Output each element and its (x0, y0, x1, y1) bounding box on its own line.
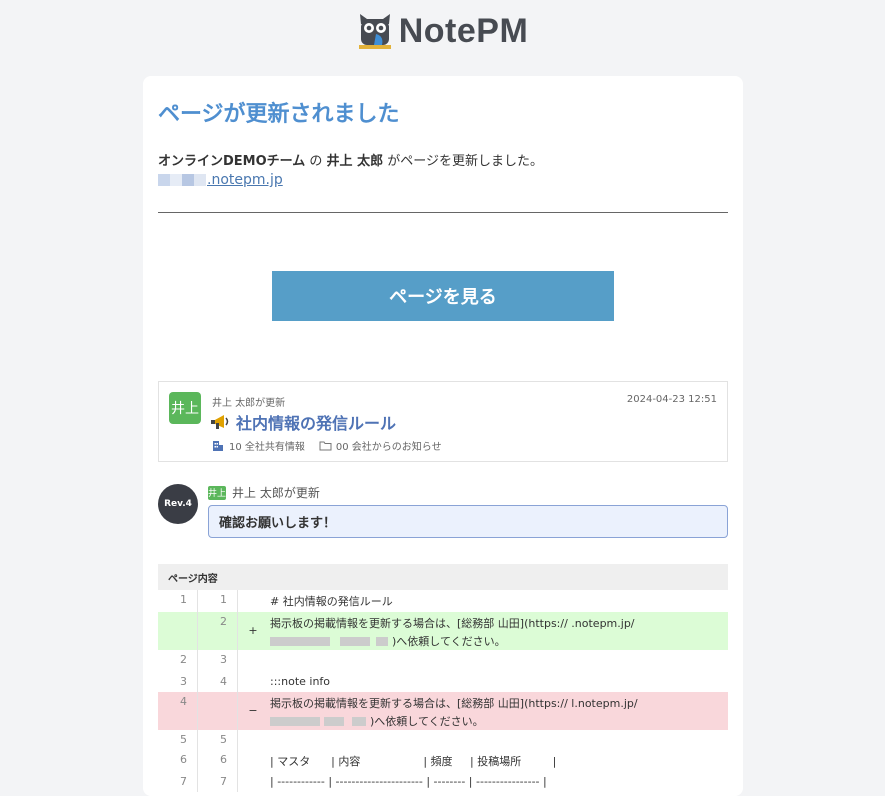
page-summary-card[interactable]: 井上 井上 太郎が更新 2024-04-23 12:51 社内情報の発信ルール (158, 381, 728, 462)
building-icon (213, 440, 223, 451)
diff-row-added: 2 + 掲示板の掲載情報を更新する場合は、[総務部 山田](https:// .… (158, 612, 728, 650)
diff-row: 7 7 | ------------ | -------------------… (158, 772, 728, 792)
redacted-text (324, 716, 344, 726)
intro-text: オンラインDEMOチーム の 井上 太郎 がページを更新しました。 (158, 154, 543, 169)
page-link-title: 社内情報の発信ルール (236, 414, 397, 433)
notebook-name[interactable]: 10 全社共有情報 (229, 438, 305, 453)
diff-row: 1 1 # 社内情報の発信ルール (158, 590, 728, 612)
view-page-button[interactable]: ページを見る (272, 271, 614, 321)
redacted-text (270, 636, 330, 646)
page-meta: 10 全社共有情報 00 会社からのお知らせ (212, 438, 442, 453)
revision-header: 井上 井上 太郎が更新 (208, 484, 320, 501)
redacted-text (270, 716, 320, 726)
avatar: 井上 (208, 485, 226, 500)
page-title: ページが更新されました (158, 102, 400, 127)
revision-badge: Rev.4 (158, 484, 198, 524)
diff-table: 1 1 # 社内情報の発信ルール 2 + 掲示板の掲載情報を更新する場合は、[総… (158, 590, 728, 792)
redacted-subdomain (158, 174, 206, 186)
timestamp: 2024-04-23 12:51 (626, 394, 717, 405)
brand-name: NotePM (398, 11, 529, 50)
redacted-text (340, 636, 370, 646)
owl-logo-icon (358, 14, 391, 49)
avatar: 井上 (169, 392, 201, 424)
revision-updated-by: 井上 太郎が更新 (232, 486, 320, 500)
diff-section-header: ページ内容 (158, 564, 728, 590)
redacted-text (376, 636, 388, 646)
diff-row: 3 4 :::note info (158, 672, 728, 692)
header: NotePM (0, 0, 885, 76)
megaphone-icon (211, 415, 229, 429)
updated-by: 井上 太郎が更新 (212, 398, 286, 409)
redacted-text (352, 716, 366, 726)
diff-row: 2 3 (158, 650, 728, 672)
revision-comment: 確認お願いします！ (208, 505, 728, 538)
diff-row-removed: 4 − 掲示板の掲載情報を更新する場合は、[総務部 山田](https:// l… (158, 692, 728, 730)
page-link[interactable]: 社内情報の発信ルール (211, 410, 396, 434)
folder-icon (319, 441, 332, 451)
email-card: ページが更新されました オンラインDEMOチーム の 井上 太郎 がページを更新… (143, 76, 743, 796)
brand-logo[interactable]: NotePM (357, 12, 529, 51)
folder-name[interactable]: 00 会社からのお知らせ (336, 438, 442, 453)
diff-row: 5 5 (158, 730, 728, 750)
team-domain-link[interactable]: .notepm.jp (158, 172, 283, 188)
divider (158, 212, 728, 213)
team-name: オンラインDEMOチーム (158, 154, 306, 169)
diff-row: 6 6 | マスタ | 内容 | 頻度 | 投稿場所 | (158, 750, 728, 772)
user-name: 井上 太郎 (326, 154, 384, 169)
